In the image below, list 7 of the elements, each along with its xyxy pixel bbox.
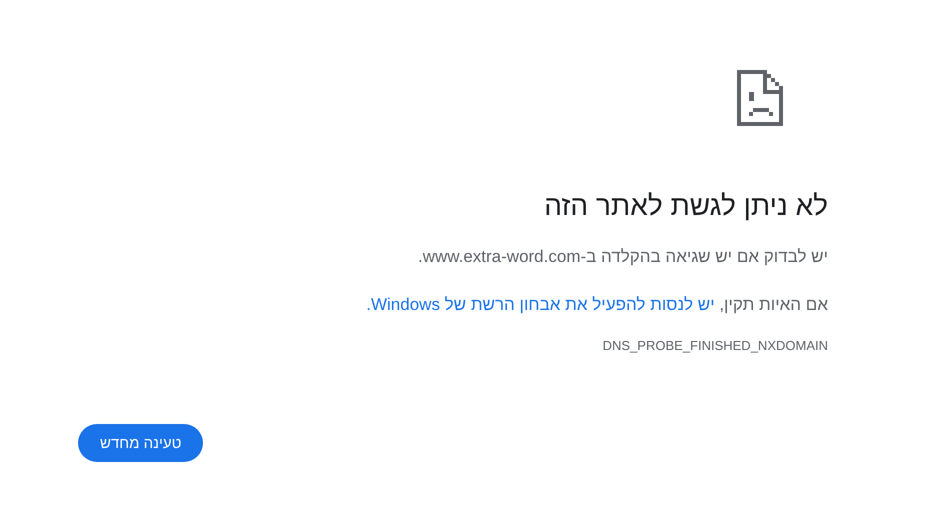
error-message: יש לבדוק אם יש שגיאה בהקלדה ב-www.extra-word.com. — [416, 246, 828, 268]
error-heading: לא ניתן לגשת לאתר הזה — [543, 189, 828, 223]
network-diagnostics-link[interactable]: יש לנסות להפעיל את אבחון הרשת של Windows. — [366, 295, 715, 314]
suggestion-text: אם האיות תקין, יש לנסות להפעיל את אבחון הרשת של Windows. — [365, 294, 828, 316]
error-code: DNS_PROBE_FINISHED_NXDOMAIN — [602, 337, 828, 355]
reload-button[interactable]: טעינה מחדש — [78, 424, 204, 462]
sad-file-icon — [737, 70, 783, 126]
